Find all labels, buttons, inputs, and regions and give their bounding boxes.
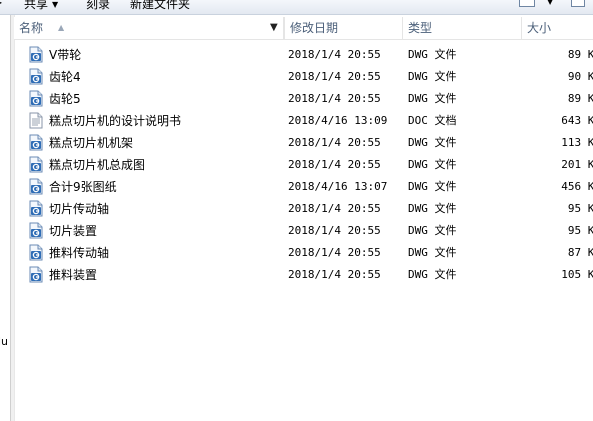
- file-size: 95 KB: [567, 224, 593, 237]
- file-type: DWG 文件: [408, 202, 457, 215]
- file-type: DWG 文件: [408, 92, 457, 105]
- file-row[interactable]: V带轮 2018/1/4 20:55 DWG 文件 89 KB: [14, 44, 593, 66]
- file-modified-date: 2018/1/4 20:55: [288, 136, 381, 149]
- column-filter-icon[interactable]: ▼: [270, 17, 278, 39]
- file-size: 201 KB: [561, 158, 593, 171]
- file-modified-date: 2018/1/4 20:55: [288, 48, 381, 61]
- dwg-file-icon: [28, 200, 44, 217]
- file-size: 456 KB: [561, 180, 593, 193]
- file-type: DWG 文件: [408, 48, 457, 61]
- file-size: 113 KB: [561, 136, 593, 149]
- file-type: DWG 文件: [408, 180, 457, 193]
- file-name[interactable]: 糕点切片机总成图: [49, 154, 145, 176]
- file-type: DWG 文件: [408, 224, 457, 237]
- file-size: 89 KB: [567, 48, 593, 61]
- file-row[interactable]: 切片装置 2018/1/4 20:55 DWG 文件 95 KB: [14, 220, 593, 242]
- file-size: 87 KB: [567, 246, 593, 259]
- file-name[interactable]: 推料装置: [49, 264, 97, 286]
- file-modified-date: 2018/1/4 20:55: [288, 70, 381, 83]
- file-type: DOC 文档: [408, 114, 457, 127]
- file-name[interactable]: 齿轮4: [49, 66, 81, 88]
- column-header-type[interactable]: 类型: [403, 17, 522, 39]
- nav-item-fragment[interactable]: lu: [0, 335, 8, 348]
- column-header-date[interactable]: 修改日期: [284, 17, 403, 39]
- file-name[interactable]: 糕点切片机的设计说明书: [49, 110, 181, 132]
- file-modified-date: 2018/1/4 20:55: [288, 268, 381, 281]
- doc-file-icon: [28, 112, 44, 129]
- file-modified-date: 2018/1/4 20:55: [288, 224, 381, 237]
- file-name[interactable]: 糕点切片机机架: [49, 132, 133, 154]
- column-header-name[interactable]: 名称 ▲ ▼: [14, 17, 284, 39]
- toolbar-fragment: ▸: [0, 0, 2, 9]
- file-row[interactable]: 推料传动轴 2018/1/4 20:55 DWG 文件 87 KB: [14, 242, 593, 264]
- file-name[interactable]: 合计9张图纸: [49, 176, 117, 198]
- file-size: 643 KB: [561, 114, 593, 127]
- file-type: DWG 文件: [408, 268, 457, 281]
- view-options-icon[interactable]: [519, 0, 535, 7]
- burn-button[interactable]: 刻录: [86, 0, 110, 12]
- preview-pane-icon[interactable]: [571, 0, 585, 7]
- file-modified-date: 2018/1/4 20:55: [288, 202, 381, 215]
- dwg-file-icon: [28, 46, 44, 63]
- file-modified-date: 2018/1/4 20:55: [288, 158, 381, 171]
- file-row[interactable]: 推料装置 2018/1/4 20:55 DWG 文件 105 KB: [14, 264, 593, 286]
- file-type: DWG 文件: [408, 70, 457, 83]
- dwg-file-icon: [28, 266, 44, 283]
- file-row[interactable]: 切片传动轴 2018/1/4 20:55 DWG 文件 95 KB: [14, 198, 593, 220]
- chevron-down-icon: ▼: [52, 0, 59, 9]
- file-size: 95 KB: [567, 202, 593, 215]
- file-row[interactable]: 齿轮4 2018/1/4 20:55 DWG 文件 90 KB: [14, 66, 593, 88]
- share-button[interactable]: 共享 ▼: [24, 0, 58, 12]
- file-modified-date: 2018/1/4 20:55: [288, 246, 381, 259]
- file-name[interactable]: 切片传动轴: [49, 198, 109, 220]
- file-row[interactable]: 糕点切片机机架 2018/1/4 20:55 DWG 文件 113 KB: [14, 132, 593, 154]
- dwg-file-icon: [28, 244, 44, 261]
- file-type: DWG 文件: [408, 246, 457, 259]
- dwg-file-icon: [28, 68, 44, 85]
- file-list: V带轮 2018/1/4 20:55 DWG 文件 89 KB 齿轮4 2018…: [14, 44, 593, 286]
- dwg-file-icon: [28, 156, 44, 173]
- dwg-file-icon: [28, 90, 44, 107]
- new-folder-button[interactable]: 新建文件夹: [130, 0, 190, 12]
- file-modified-date: 2018/4/16 13:07: [288, 180, 388, 193]
- file-name[interactable]: V带轮: [49, 44, 81, 66]
- dwg-file-icon: [28, 178, 44, 195]
- dwg-file-icon: [28, 222, 44, 239]
- dwg-file-icon: [28, 134, 44, 151]
- file-type: DWG 文件: [408, 136, 457, 149]
- file-type: DWG 文件: [408, 158, 457, 171]
- file-row[interactable]: 糕点切片机总成图 2018/1/4 20:55 DWG 文件 201 KB: [14, 154, 593, 176]
- command-bar: ▸ 共享▼ 刻录 新建文件夹 ▼: [0, 0, 593, 15]
- file-row[interactable]: 合计9张图纸 2018/4/16 13:07 DWG 文件 456 KB: [14, 176, 593, 198]
- file-row[interactable]: 糕点切片机的设计说明书 2018/4/16 13:09 DOC 文档 643 K…: [14, 110, 593, 132]
- file-size: 90 KB: [567, 70, 593, 83]
- file-name[interactable]: 推料传动轴: [49, 242, 109, 264]
- file-size: 105 KB: [561, 268, 593, 281]
- file-modified-date: 2018/1/4 20:55: [288, 92, 381, 105]
- view-dropdown-icon[interactable]: ▼: [547, 0, 553, 6]
- file-row[interactable]: 齿轮5 2018/1/4 20:55 DWG 文件 89 KB: [14, 88, 593, 110]
- file-name[interactable]: 切片装置: [49, 220, 97, 242]
- sort-ascending-icon: ▲: [58, 23, 65, 32]
- file-modified-date: 2018/4/16 13:09: [288, 114, 388, 127]
- file-size: 89 KB: [567, 92, 593, 105]
- column-header-row: 名称 ▲ ▼ 修改日期 类型 大小: [14, 17, 593, 40]
- column-header-size[interactable]: 大小: [522, 17, 593, 39]
- file-name[interactable]: 齿轮5: [49, 88, 81, 110]
